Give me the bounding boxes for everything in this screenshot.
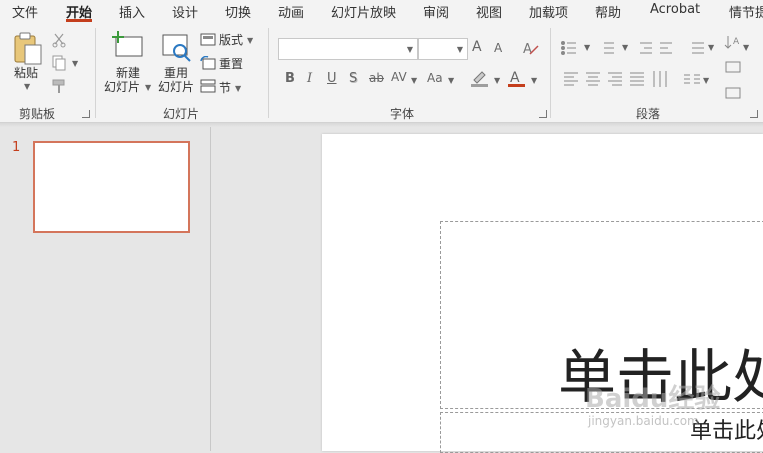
reset-button[interactable]: 重置 (219, 57, 243, 71)
pane-divider[interactable] (210, 127, 211, 451)
new-slide-chevron-down-icon[interactable]: ▼ (145, 83, 151, 92)
font-name-combobox[interactable]: ▼ (278, 38, 418, 60)
layout-icon[interactable] (200, 33, 216, 47)
format-painter-icon[interactable] (51, 78, 69, 94)
tab-acrobat[interactable]: Acrobat (650, 2, 700, 17)
new-slide-button[interactable]: 新建 (116, 66, 140, 80)
columns-chevron-down-icon[interactable]: ▼ (703, 76, 709, 85)
paragraph-group-label: 段落 (636, 107, 661, 121)
line-spacing-chevron-down-icon[interactable]: ▼ (708, 43, 714, 52)
text-direction-chevron-down-icon[interactable]: ▼ (743, 43, 749, 52)
underline-button[interactable]: U (327, 71, 337, 86)
clipboard-launcher-icon[interactable] (82, 110, 90, 118)
svg-text:A: A (733, 37, 740, 47)
font-color-icon[interactable]: A (507, 69, 527, 89)
reuse-slides-label[interactable]: 幻灯片 (158, 80, 194, 94)
strikethrough-button[interactable]: ab (369, 71, 384, 85)
tab-slideshow[interactable]: 幻灯片放映 (331, 2, 396, 21)
case-chevron-down-icon[interactable]: ▼ (448, 76, 454, 85)
font-color-chevron-down-icon[interactable]: ▼ (531, 76, 537, 85)
tab-animations[interactable]: 动画 (278, 2, 304, 21)
paragraph-launcher-icon[interactable] (750, 110, 758, 118)
font-name-chevron-down-icon[interactable]: ▼ (407, 45, 413, 54)
clipboard-group-label: 剪贴板 (19, 107, 56, 121)
slide-number: 1 (12, 140, 21, 155)
slides-group-label: 幻灯片 (163, 107, 200, 121)
ribbon: 粘贴 ▼ ▼ 剪贴板 新建 幻灯片 ▼ 重用 幻灯片 版式 ▼ 重置 节 ▼ 幻… (0, 22, 763, 122)
cut-icon[interactable] (51, 32, 67, 48)
shrink-font-button[interactable]: A (494, 41, 502, 55)
reuse-slides-icon[interactable] (162, 33, 194, 63)
layout-button[interactable]: 版式 (219, 33, 243, 47)
slide-thumbnail[interactable] (33, 141, 190, 233)
reset-icon[interactable] (200, 56, 216, 70)
new-slide-label[interactable]: 幻灯片 (104, 80, 140, 94)
tab-help[interactable]: 帮助 (595, 2, 621, 21)
spacing-chevron-down-icon[interactable]: ▼ (411, 76, 417, 85)
bullets-chevron-down-icon[interactable]: ▼ (584, 43, 590, 52)
highlight-icon[interactable] (470, 70, 490, 88)
new-slide-icon[interactable] (112, 31, 144, 59)
menu-bar: 文件 开始 插入 设计 切换 动画 幻灯片放映 审阅 视图 加载项 帮助 Acr… (0, 0, 763, 22)
copy-chevron-down-icon[interactable]: ▼ (72, 59, 78, 68)
paste-chevron-down-icon[interactable]: ▼ (24, 82, 30, 91)
tab-view[interactable]: 视图 (476, 2, 502, 21)
layout-chevron-down-icon[interactable]: ▼ (247, 36, 253, 45)
alignment-icons[interactable] (562, 70, 672, 88)
clear-formatting-icon[interactable]: A (522, 40, 540, 56)
copy-icon[interactable] (51, 55, 67, 71)
character-spacing-button[interactable]: AV (391, 70, 407, 84)
paste-icon[interactable] (12, 31, 44, 65)
change-case-button[interactable]: Aa (427, 71, 443, 85)
font-size-chevron-down-icon[interactable]: ▼ (457, 45, 463, 54)
numbering-chevron-down-icon[interactable]: ▼ (622, 43, 628, 52)
bold-button[interactable]: B (285, 71, 295, 86)
tab-file[interactable]: 文件 (12, 2, 38, 21)
font-group-label: 字体 (390, 107, 415, 121)
grow-font-button[interactable]: A (472, 39, 482, 55)
tab-review[interactable]: 审阅 (423, 2, 449, 21)
watermark-url: jingyan.baidu.com (588, 414, 699, 428)
italic-button[interactable]: I (307, 71, 312, 86)
tab-addins[interactable]: 加载项 (529, 2, 568, 21)
tab-storyboard[interactable]: 情节提 (729, 2, 763, 21)
tab-design[interactable]: 设计 (172, 2, 198, 21)
group-separator (550, 28, 551, 118)
section-button[interactable]: 节 (219, 81, 231, 95)
tab-transitions[interactable]: 切换 (225, 2, 251, 21)
svg-text:A: A (510, 70, 520, 86)
group-separator (95, 28, 96, 118)
watermark-logo: Baidu经验 (585, 384, 721, 414)
font-size-combobox[interactable]: ▼ (418, 38, 468, 60)
section-chevron-down-icon[interactable]: ▼ (235, 84, 241, 93)
group-separator (268, 28, 269, 118)
reuse-slides-button[interactable]: 重用 (164, 66, 188, 80)
font-launcher-icon[interactable] (539, 110, 547, 118)
section-icon[interactable] (200, 79, 216, 93)
highlight-chevron-down-icon[interactable]: ▼ (494, 76, 500, 85)
subtitle-placeholder-text[interactable]: 单击此处 (690, 413, 763, 445)
paste-button[interactable]: 粘贴 (14, 66, 38, 80)
tab-insert[interactable]: 插入 (119, 2, 145, 21)
text-shadow-button[interactable]: S (349, 71, 357, 86)
